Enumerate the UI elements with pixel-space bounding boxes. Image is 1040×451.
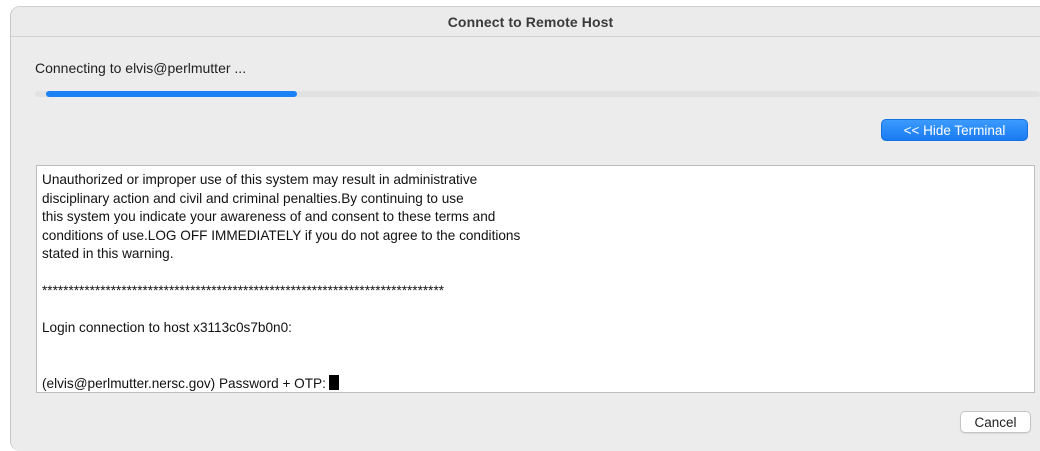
terminal-prompt-line: (elvis@perlmutter.nersc.gov) Password + … [42, 374, 1029, 394]
connection-status-text: Connecting to elvis@perlmutter ... [35, 60, 247, 76]
cancel-button[interactable]: Cancel [960, 411, 1031, 433]
terminal-output[interactable]: Unauthorized or improper use of this sys… [36, 165, 1035, 393]
terminal-line: Unauthorized or improper use of this sys… [42, 172, 478, 187]
terminal-line: stated in this warning. [42, 246, 174, 261]
terminal-line: ****************************************… [42, 283, 445, 298]
password-prompt: (elvis@perlmutter.nersc.gov) Password + … [42, 375, 326, 391]
connection-progress-bar [35, 91, 1040, 97]
connect-dialog-window: Connect to Remote Host Connecting to elv… [10, 6, 1040, 451]
text-cursor[interactable] [328, 374, 339, 390]
terminal-line: this system you indicate your awareness … [42, 209, 496, 224]
window-title: Connect to Remote Host [447, 13, 614, 30]
hide-terminal-button[interactable]: << Hide Terminal [881, 119, 1028, 141]
terminal-line: conditions of use.LOG OFF IMMEDIATELY if… [42, 227, 521, 243]
title-bar[interactable]: Connect to Remote Host [11, 7, 1040, 37]
terminal-line: disciplinary action and civil and crimin… [42, 190, 464, 206]
terminal-line: Login connection to host x3113c0s7b0n0: [42, 320, 292, 335]
connection-progress-fill [46, 91, 297, 97]
